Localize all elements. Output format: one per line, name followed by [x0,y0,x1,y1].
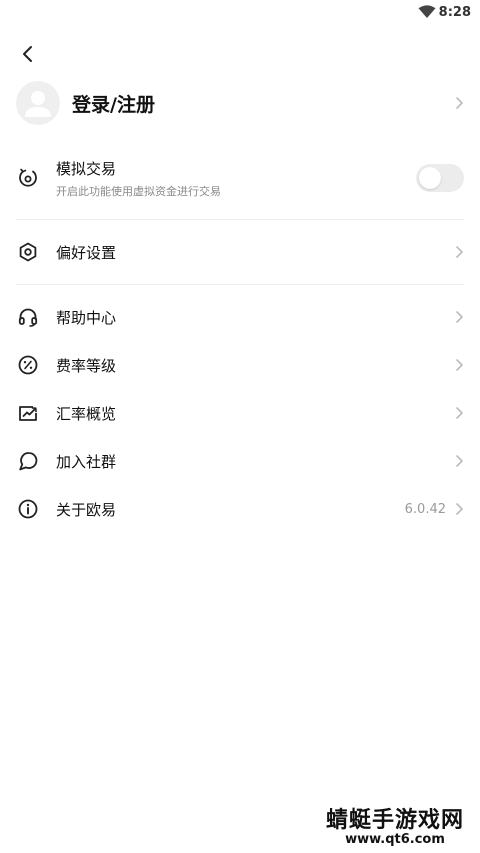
chevron-right-icon [456,359,463,371]
status-bar: 8:28 [0,0,480,26]
chevron-right-icon [456,503,463,515]
menu-label-help-center: 帮助中心 [56,308,117,327]
gear-icon [16,240,40,264]
simulated-trading-title: 模拟交易 [56,159,117,178]
watermark: 蜻蜓手游戏网 www.qt6.com [326,802,464,847]
headphones-icon [16,305,40,329]
chevron-right-icon [456,246,463,258]
toggle-knob [419,167,441,189]
back-arrow-icon [23,46,32,62]
trend-chart-icon [16,401,40,425]
menu-item-join-community[interactable]: 加入社群 [16,439,464,483]
chevron-right-icon [456,407,463,419]
menu-label-fee-level: 费率等级 [56,356,117,375]
watermark-url: www.qt6.com [345,832,445,847]
watermark-title: 蜻蜓手游戏网 [325,808,464,833]
menu-item-help-center[interactable]: 帮助中心 [16,295,464,339]
menu-label-join-community: 加入社群 [56,452,117,471]
simulated-trading-icon [16,166,40,190]
percent-icon [16,353,40,377]
user-avatar-icon [25,91,51,117]
status-time: 8:28 [438,5,471,20]
menu-label-about: 关于欧易 [56,500,117,519]
chevron-right-icon [456,97,463,109]
simulated-trading-subtitle: 开启此功能使用虚拟资金进行交易 [56,184,221,198]
app-version: 6.0.42 [404,501,446,517]
menu-label-exchange-rates: 汇率概览 [56,404,117,423]
chevron-right-icon [456,455,463,467]
simulated-trading-row: 模拟交易 开启此功能使用虚拟资金进行交易 [16,156,464,200]
wifi-icon [418,5,436,18]
menu-item-about[interactable]: 关于欧易 6.0.42 [16,487,464,531]
menu-item-preferences[interactable]: 偏好设置 [16,230,464,274]
simulated-trading-toggle[interactable] [416,164,464,192]
chevron-right-icon [456,311,463,323]
menu-item-fee-level[interactable]: 费率等级 [16,343,464,387]
avatar [16,81,60,125]
info-icon [16,497,40,521]
divider [16,219,464,220]
chat-bubble-icon [16,449,40,473]
login-register-title: 登录/注册 [72,93,155,116]
menu-label-preferences: 偏好设置 [56,243,117,262]
divider [16,284,464,285]
back-button[interactable] [14,40,42,68]
menu-item-exchange-rates[interactable]: 汇率概览 [16,391,464,435]
login-register-row[interactable]: 登录/注册 [16,80,464,126]
